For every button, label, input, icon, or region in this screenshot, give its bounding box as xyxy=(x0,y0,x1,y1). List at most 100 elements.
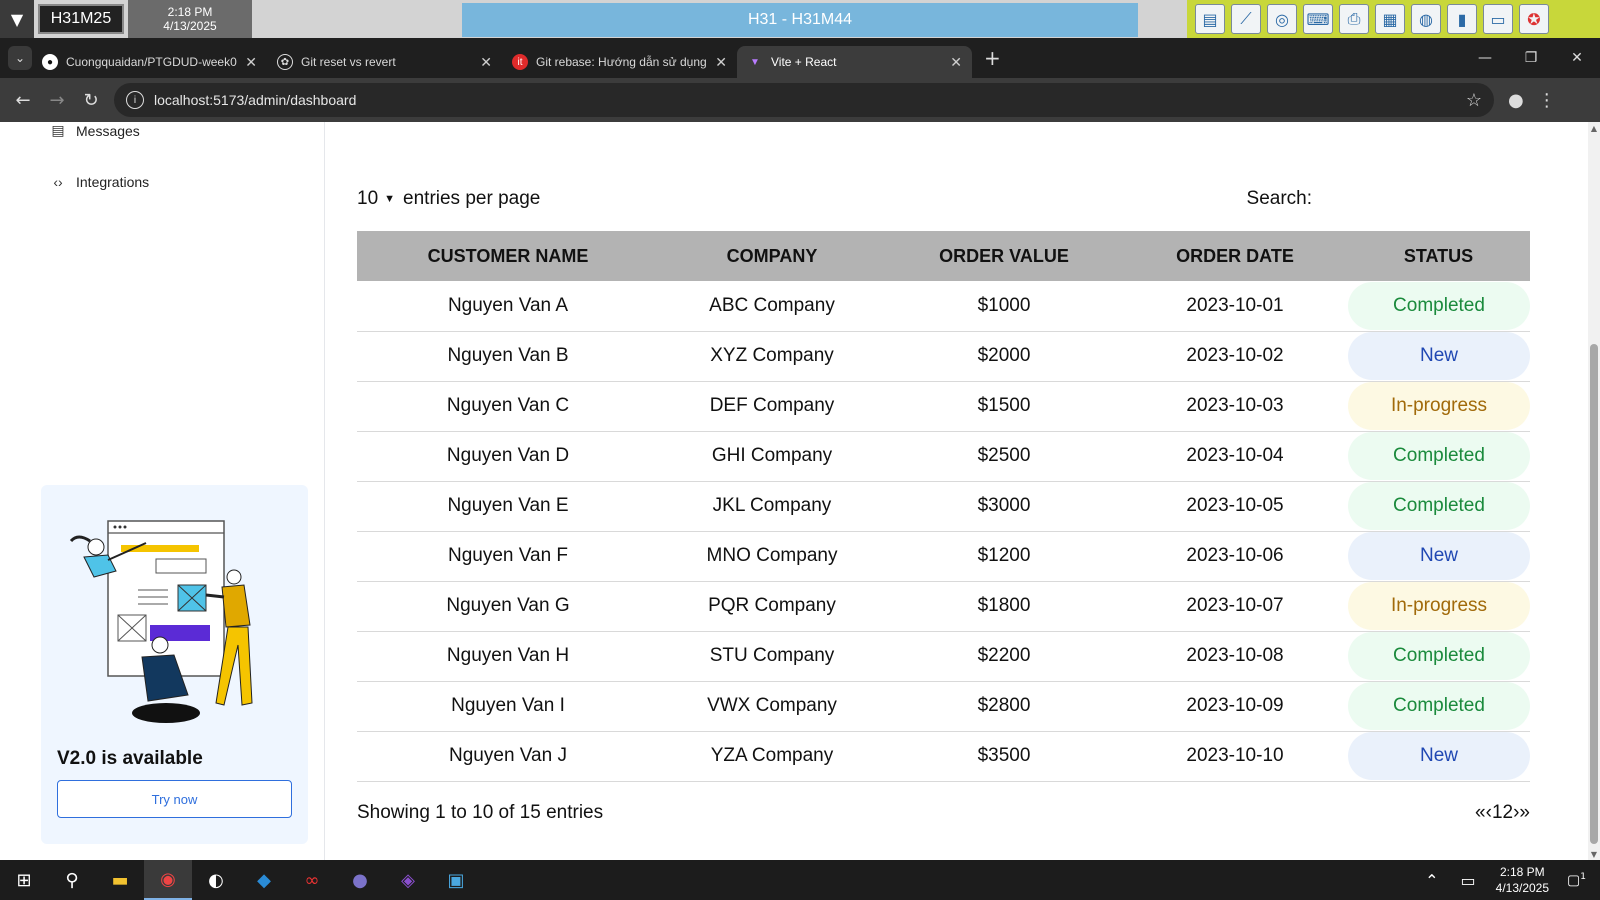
eclipse-icon[interactable]: ● xyxy=(336,860,384,900)
column-header-company[interactable]: COMPANY xyxy=(659,231,885,281)
customer-name-cell: Nguyen Van F xyxy=(357,531,659,582)
scroll-down-icon[interactable]: ▼ xyxy=(1588,848,1600,860)
tab-title: Vite + React xyxy=(771,55,837,69)
customer-name-cell: Nguyen Van I xyxy=(357,681,659,732)
scroll-thumb[interactable] xyxy=(1590,344,1598,844)
company-cell: VWX Company xyxy=(659,681,885,732)
table-row[interactable]: Nguyen Van J YZA Company $3500 2023-10-10 Ne… xyxy=(357,731,1530,782)
browser-tab[interactable]: ● Cuongquaidan/PTGDUD-week0 ✕ xyxy=(32,46,267,78)
disc-icon[interactable]: ◎ xyxy=(1267,4,1297,34)
minimize-icon[interactable]: — xyxy=(1462,38,1508,78)
column-header-order-value[interactable]: ORDER VALUE xyxy=(885,231,1123,281)
book-icon[interactable]: ▮ xyxy=(1447,4,1477,34)
company-cell: STU Company xyxy=(659,631,885,682)
browser-tab[interactable]: ✿ Git reset vs revert ✕ xyxy=(267,46,502,78)
order-date-cell: 2023-10-10 xyxy=(1123,731,1347,782)
taskbar-clock[interactable]: 2:18 PM 4/13/2025 xyxy=(1496,864,1549,896)
status-badge: Completed xyxy=(1348,482,1530,530)
browser-tab[interactable]: it Git rebase: Hướng dẫn sử dụng ✕ xyxy=(502,46,737,78)
file-explorer-icon[interactable]: ▬ xyxy=(96,860,144,900)
table-row[interactable]: Nguyen Van C DEF Company $1500 2023-10-03 In… xyxy=(357,381,1530,432)
column-header-status[interactable]: STATUS xyxy=(1347,231,1530,281)
back-icon[interactable]: ← xyxy=(6,90,40,111)
table-row[interactable]: Nguyen Van F MNO Company $1200 2023-10-06 Ne… xyxy=(357,531,1530,582)
sidebar-item-integrations[interactable]: ‹› Integrations xyxy=(50,174,149,190)
oo-icon[interactable]: ∞ xyxy=(288,860,336,900)
machine-button[interactable]: H31M25 xyxy=(38,4,124,34)
chrome-icon[interactable]: ◉ xyxy=(144,860,192,900)
tab-search-chevron-icon[interactable]: ⌄ xyxy=(8,46,32,70)
sidebar-item-messages[interactable]: ▤ Messages xyxy=(50,122,139,139)
table-row[interactable]: Nguyen Van E JKL Company $3000 2023-10-05 Co… xyxy=(357,481,1530,532)
chart-icon[interactable]: ⟋ xyxy=(1231,4,1261,34)
scroll-up-icon[interactable]: ▲ xyxy=(1588,122,1600,134)
status-cell: Completed xyxy=(1347,481,1530,532)
order-value-cell: $3000 xyxy=(885,481,1123,532)
entries-per-page-select[interactable]: 10 ▼ xyxy=(357,188,395,210)
site-info-icon[interactable]: i xyxy=(126,91,144,109)
network-icon[interactable]: ▭ xyxy=(1461,871,1476,890)
address-bar[interactable]: i localhost:5173/admin/dashboard ☆ xyxy=(114,83,1494,117)
page-link-1[interactable]: 1 xyxy=(1492,802,1503,824)
first-page-link[interactable]: « xyxy=(1475,802,1486,824)
table-row[interactable]: Nguyen Van A ABC Company $1000 2023-10-01 Co… xyxy=(357,281,1530,332)
new-tab-icon[interactable]: + xyxy=(984,46,1001,70)
column-header-customer[interactable]: CUSTOMER NAME xyxy=(357,231,659,281)
menu-kebab-icon[interactable]: ⋮ xyxy=(1538,90,1556,111)
order-date-cell: 2023-10-06 xyxy=(1123,531,1347,582)
profile-icon[interactable]: ● xyxy=(1508,90,1524,111)
remote-logo-icon[interactable]: ▼ xyxy=(0,0,34,38)
search-icon[interactable]: ⚲ xyxy=(48,860,96,900)
notification-icon[interactable]: ▢1 xyxy=(1567,872,1586,889)
try-now-button[interactable]: Try now xyxy=(57,780,292,818)
show-hidden-icons-chevron[interactable]: ⌃ xyxy=(1425,871,1438,890)
chat-icon[interactable]: ▭ xyxy=(1483,4,1513,34)
status-badge: Completed xyxy=(1348,432,1530,480)
table-row[interactable]: Nguyen Van D GHI Company $2500 2023-10-04 Co… xyxy=(357,431,1530,482)
company-cell: PQR Company xyxy=(659,581,885,632)
window-icon[interactable]: ▦ xyxy=(1375,4,1405,34)
customer-name-cell: Nguyen Van G xyxy=(357,581,659,632)
code-icon: ‹› xyxy=(53,174,63,190)
page-scrollbar[interactable]: ▲ ▼ xyxy=(1588,122,1600,860)
status-cell: New xyxy=(1347,731,1530,782)
order-value-cell: $2800 xyxy=(885,681,1123,732)
company-cell: DEF Company xyxy=(659,381,885,432)
taskbar-time: 2:18 PM xyxy=(1499,865,1545,879)
bookmark-star-icon[interactable]: ☆ xyxy=(1466,90,1482,111)
promo-title: V2.0 is available xyxy=(57,748,203,769)
order-value-cell: $3500 xyxy=(885,731,1123,782)
table-row[interactable]: Nguyen Van B XYZ Company $2000 2023-10-02 Ne… xyxy=(357,331,1530,382)
close-tab-icon[interactable]: ✕ xyxy=(480,54,492,71)
table-row[interactable]: Nguyen Van G PQR Company $1800 2023-10-07 In… xyxy=(357,581,1530,632)
forward-icon[interactable]: → xyxy=(40,90,74,111)
printer-icon[interactable]: ⎙ xyxy=(1339,4,1369,34)
app-icon[interactable]: ◐ xyxy=(192,860,240,900)
globe-icon[interactable]: ◍ xyxy=(1411,4,1441,34)
close-tab-icon[interactable]: ✕ xyxy=(245,54,257,71)
remote-icon[interactable]: ▣ xyxy=(432,860,480,900)
lifebuoy-icon[interactable]: ✪ xyxy=(1519,4,1549,34)
main-content: 10 ▼ entries per page Search: CUSTOMER N… xyxy=(357,122,1530,860)
visual-studio-icon[interactable]: ◈ xyxy=(384,860,432,900)
close-tab-icon[interactable]: ✕ xyxy=(950,54,962,71)
reload-icon[interactable]: ↻ xyxy=(74,90,108,111)
close-tab-icon[interactable]: ✕ xyxy=(715,54,727,71)
table-row[interactable]: Nguyen Van I VWX Company $2800 2023-10-09 Co… xyxy=(357,681,1530,732)
close-window-icon[interactable]: ✕ xyxy=(1554,38,1600,78)
order-date-cell: 2023-10-07 xyxy=(1123,581,1347,632)
restore-icon[interactable]: ❐ xyxy=(1508,38,1554,78)
browser-tab-active[interactable]: ▼ Vite + React ✕ xyxy=(737,46,972,78)
order-date-cell: 2023-10-05 xyxy=(1123,481,1347,532)
page-link-2[interactable]: 2 xyxy=(1503,802,1514,824)
last-page-link[interactable]: » xyxy=(1519,802,1530,824)
windows-start-icon[interactable]: ⊞ xyxy=(0,860,48,900)
vscode-icon[interactable]: ◆ xyxy=(240,860,288,900)
keyboard-icon[interactable]: ⌨ xyxy=(1303,4,1333,34)
order-value-cell: $1000 xyxy=(885,281,1123,332)
status-badge: New xyxy=(1348,332,1530,380)
filing-cabinet-icon[interactable]: ▤ xyxy=(1195,4,1225,34)
url-text[interactable]: localhost:5173/admin/dashboard xyxy=(154,92,1466,108)
column-header-order-date[interactable]: ORDER DATE xyxy=(1123,231,1347,281)
table-row[interactable]: Nguyen Van H STU Company $2200 2023-10-08 Co… xyxy=(357,631,1530,682)
